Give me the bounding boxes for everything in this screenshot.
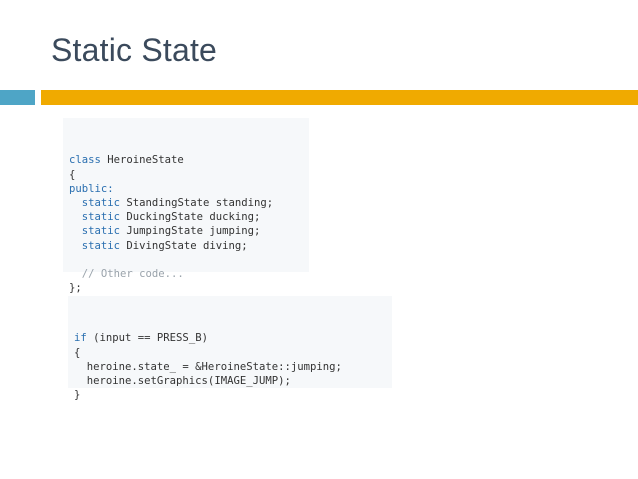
code-line: class HeroineState bbox=[69, 153, 309, 167]
code-line: static JumpingState jumping; bbox=[69, 224, 309, 238]
code-keyword: static bbox=[81, 196, 121, 209]
code-text: (input == PRESS_B) bbox=[86, 332, 208, 345]
code-keyword: static bbox=[81, 225, 121, 238]
code-text: { bbox=[69, 168, 76, 181]
code-line: heroine.setGraphics(IMAGE_JUMP); bbox=[74, 374, 392, 388]
code-lines: class HeroineState{public: static Standi… bbox=[63, 146, 309, 295]
code-text: HeroineState bbox=[100, 154, 184, 167]
accent-bar-left bbox=[0, 90, 35, 105]
code-keyword: static bbox=[81, 211, 121, 224]
code-comment: // Other code... bbox=[81, 267, 184, 280]
code-text: } bbox=[74, 389, 81, 402]
code-line: static DivingState diving; bbox=[69, 239, 309, 253]
code-text: heroine.setGraphics(IMAGE_JUMP); bbox=[74, 374, 291, 387]
slide-title: Static State bbox=[51, 32, 218, 68]
code-text: }; bbox=[69, 282, 82, 295]
code-line: }; bbox=[69, 281, 309, 295]
code-text: JumpingState jumping; bbox=[120, 225, 261, 238]
code-keyword: static bbox=[81, 239, 121, 252]
code-line: // Other code... bbox=[69, 267, 309, 281]
code-line: heroine.state_ = &HeroineState::jumping; bbox=[74, 360, 392, 374]
code-line: } bbox=[74, 388, 392, 402]
code-block-press-b: if (input == PRESS_B){ heroine.state_ = … bbox=[68, 296, 392, 401]
code-text: DivingState diving; bbox=[120, 239, 248, 252]
code-text: StandingState standing; bbox=[120, 196, 274, 209]
code-text: DuckingState ducking; bbox=[120, 211, 261, 224]
code-text: heroine.state_ = &HeroineState::jumping; bbox=[74, 360, 342, 373]
code-keyword: public: bbox=[69, 182, 114, 195]
code-text: { bbox=[74, 346, 81, 359]
code-keyword: if bbox=[74, 332, 87, 345]
code-line: if (input == PRESS_B) bbox=[74, 331, 392, 345]
code-keyword: class bbox=[69, 154, 101, 167]
accent-bar-right bbox=[41, 90, 638, 105]
code-line: static DuckingState ducking; bbox=[69, 210, 309, 224]
code-line: { bbox=[74, 346, 392, 360]
code-line: static StandingState standing; bbox=[69, 196, 309, 210]
code-block-heroine-state: class HeroineState{public: static Standi… bbox=[63, 118, 309, 294]
code-line: { bbox=[69, 168, 309, 182]
code-line: public: bbox=[69, 182, 309, 196]
code-lines: if (input == PRESS_B){ heroine.state_ = … bbox=[68, 324, 392, 402]
